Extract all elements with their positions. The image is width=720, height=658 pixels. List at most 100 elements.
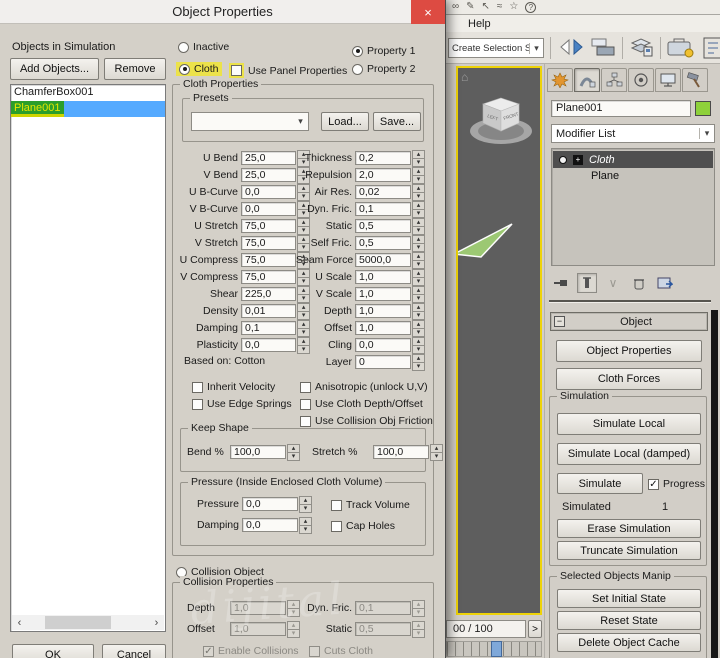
pressure-field[interactable]: 0,0 (242, 497, 298, 511)
progress-checkbox[interactable]: ✓ Progress (648, 478, 705, 490)
spin-up[interactable]: ▴ (412, 218, 425, 227)
list-item[interactable]: ChamferBox001 (11, 85, 165, 101)
spin-up[interactable]: ▴ (287, 444, 300, 453)
tab-display[interactable] (655, 68, 681, 92)
cloth-radio[interactable]: Cloth (176, 62, 222, 76)
use-panel-properties-checkbox[interactable]: Use Panel Properties (229, 63, 347, 78)
panel-scrollbar[interactable] (711, 310, 718, 658)
spinner[interactable]: ▴▾ (412, 235, 425, 251)
object-properties-button[interactable]: Object Properties (556, 340, 702, 362)
param-field[interactable]: 0,01 (241, 304, 296, 318)
stretch-field[interactable]: 100,0 (373, 445, 429, 459)
param-field[interactable]: 0 (355, 355, 411, 369)
track-bar[interactable] (446, 641, 542, 657)
inherit-velocity-checkbox[interactable]: Inherit Velocity (192, 381, 275, 393)
simulate-local-damped-button[interactable]: Simulate Local (damped) (557, 443, 701, 465)
viewcube[interactable]: LEFT FRONT (466, 90, 536, 152)
ok-button[interactable]: OK (12, 644, 94, 658)
spinner[interactable]: ▴▾ (412, 167, 425, 183)
spinner[interactable]: ▴▾ (412, 218, 425, 234)
param-field[interactable]: 0,1 (355, 202, 411, 216)
delete-object-cache-button[interactable]: Delete Object Cache (557, 633, 701, 652)
star-icon[interactable]: ☆ (509, 1, 518, 13)
param-field[interactable]: 2,0 (355, 168, 411, 182)
spin-down[interactable]: ▾ (412, 193, 425, 201)
spin-down[interactable]: ▾ (412, 244, 425, 252)
spin-up[interactable]: ▴ (412, 320, 425, 329)
scroll-right-icon[interactable]: › (149, 615, 164, 630)
spinner[interactable]: ▴▾ (430, 444, 443, 460)
pin-stack-icon[interactable] (551, 273, 571, 293)
spinner[interactable]: ▴▾ (412, 286, 425, 302)
spin-up[interactable]: ▴ (412, 150, 425, 159)
spin-down[interactable]: ▾ (412, 159, 425, 167)
stack-item-cloth[interactable]: + Cloth (553, 151, 713, 168)
spin-up[interactable]: ▴ (299, 496, 312, 505)
spinner[interactable]: ▴▾ (287, 444, 300, 460)
spin-down[interactable]: ▾ (412, 295, 425, 303)
tab-motion[interactable] (628, 68, 654, 92)
selection-set-combo[interactable]: Create Selection Se ▾ (448, 38, 544, 58)
spinner[interactable]: ▴▾ (412, 354, 425, 370)
load-button[interactable]: Load... (321, 112, 369, 131)
tab-create[interactable] (547, 68, 573, 92)
spin-down[interactable]: ▾ (299, 505, 312, 513)
spin-up[interactable]: ▴ (412, 337, 425, 346)
home-icon[interactable]: ⌂ (461, 70, 468, 84)
remove-button[interactable]: Remove (104, 58, 166, 80)
param-field[interactable]: 0,2 (355, 151, 411, 165)
add-objects-button[interactable]: Add Objects... (10, 58, 99, 80)
spin-up[interactable]: ▴ (412, 184, 425, 193)
tab-modify[interactable] (574, 68, 600, 92)
bend-field[interactable]: 100,0 (230, 445, 286, 459)
truncate-simulation-button[interactable]: Truncate Simulation (557, 541, 701, 560)
spinner[interactable]: ▴▾ (412, 320, 425, 336)
param-field[interactable]: 0,0 (241, 202, 296, 216)
cap-holes-checkbox[interactable]: Cap Holes (331, 520, 395, 532)
use-collision-obj-friction-checkbox[interactable]: Use Collision Obj Friction (300, 415, 433, 427)
show-end-result-icon[interactable] (577, 273, 597, 293)
damping-field[interactable]: 0,0 (242, 518, 298, 532)
param-field[interactable]: 1,0 (355, 270, 411, 284)
spinner[interactable]: ▴▾ (412, 337, 425, 353)
spin-down[interactable]: ▾ (412, 329, 425, 337)
erase-simulation-button[interactable]: Erase Simulation (557, 519, 701, 538)
modifier-list-dropdown[interactable]: Modifier List ▾ (551, 124, 715, 143)
param-field[interactable]: 225,0 (241, 287, 296, 301)
object-name-field[interactable]: Plane001 (551, 100, 691, 117)
spin-up[interactable]: ▴ (412, 354, 425, 363)
rollout-object-header[interactable]: − Object (550, 312, 708, 331)
scrollbar-thumb[interactable] (45, 616, 111, 629)
spin-down[interactable]: ▾ (412, 176, 425, 184)
param-field[interactable]: 0,5 (355, 236, 411, 250)
plane-object[interactable] (456, 218, 516, 260)
expand-icon[interactable]: + (573, 155, 583, 165)
cancel-button[interactable]: Cancel (102, 644, 166, 658)
track-volume-checkbox[interactable]: Track Volume (331, 499, 410, 511)
inactive-radio[interactable]: Inactive (178, 41, 229, 53)
tab-hierarchy[interactable] (601, 68, 627, 92)
spin-down[interactable]: ▾ (412, 312, 425, 320)
spin-up[interactable]: ▴ (412, 252, 425, 261)
stack-item-plane[interactable]: Plane (553, 168, 713, 184)
param-field[interactable]: 25,0 (241, 168, 296, 182)
property1-radio[interactable]: Property 1 (352, 45, 415, 57)
spinner[interactable]: ▴▾ (412, 269, 425, 285)
param-field[interactable]: 1,0 (355, 304, 411, 318)
spinner[interactable]: ▴▾ (412, 201, 425, 217)
simulate-button[interactable]: Simulate (557, 473, 643, 494)
dialog-title-bar[interactable]: Object Properties × (0, 0, 445, 24)
configure-modifier-sets-icon[interactable] (655, 273, 675, 293)
find-icon[interactable]: ∞ (452, 1, 459, 13)
use-edge-springs-checkbox[interactable]: Use Edge Springs (192, 398, 292, 410)
tab-utilities[interactable] (682, 68, 708, 92)
param-field[interactable]: 75,0 (241, 253, 296, 267)
align-icon[interactable] (590, 36, 616, 61)
param-field[interactable]: 25,0 (241, 151, 296, 165)
objects-list[interactable]: ChamferBox001Plane001 ‹ › (10, 84, 166, 632)
spin-up[interactable]: ▴ (430, 444, 443, 453)
param-field[interactable]: 75,0 (241, 270, 296, 284)
spin-down[interactable]: ▾ (430, 453, 443, 461)
use-cloth-depth-offset-checkbox[interactable]: Use Cloth Depth/Offset (300, 398, 423, 410)
menu-help[interactable]: Help (460, 18, 499, 30)
